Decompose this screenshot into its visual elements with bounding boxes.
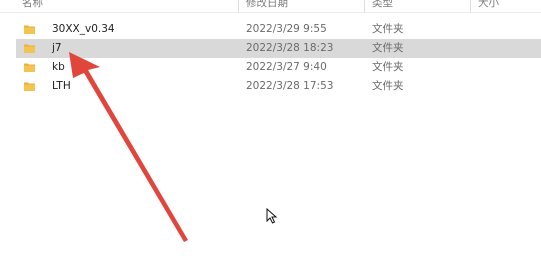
red-arrow-annotation: [69, 52, 188, 242]
mouse-cursor-icon: [266, 208, 278, 224]
